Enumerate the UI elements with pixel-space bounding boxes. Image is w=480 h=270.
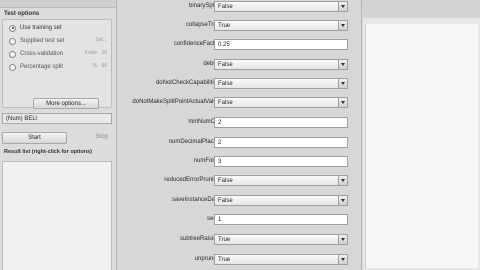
property-row-reduced-error-pruning: reducedErrorPruning False <box>117 174 363 188</box>
property-label: reducedErrorPruning <box>164 177 220 183</box>
reduced-error-pruning-combo[interactable]: False <box>214 175 348 186</box>
property-row-num-decimal-places: numDecimalPlaces 2 <box>117 136 363 150</box>
property-row-debug: debug False <box>117 58 363 72</box>
percent-label: % <box>92 63 97 69</box>
more-options-button[interactable]: More options... <box>33 98 99 109</box>
property-label: numDecimalPlaces <box>168 139 220 145</box>
num-decimal-places-field[interactable]: 2 <box>214 137 348 148</box>
confidence-factor-field[interactable]: 0.25 <box>214 39 348 50</box>
field-value: 0.25 <box>218 42 230 48</box>
percent-field[interactable]: 66 <box>97 63 107 70</box>
combo-value: False <box>218 198 233 204</box>
classifier-output-area[interactable] <box>365 24 478 268</box>
combo-value: False <box>218 62 233 68</box>
chevron-down-icon[interactable] <box>338 21 347 30</box>
combo-value: True <box>218 23 231 29</box>
unpruned-combo[interactable]: True <box>214 254 348 265</box>
chevron-down-icon[interactable] <box>338 176 347 185</box>
do-not-check-capabilities-combo[interactable]: False <box>214 78 348 89</box>
weka-classifier-window: Test options Use training set Supplied t… <box>0 0 480 270</box>
radio-percentage-split[interactable]: Percentage split <box>9 62 63 72</box>
radio-button[interactable] <box>9 63 16 71</box>
set-button[interactable]: Set... <box>91 37 107 44</box>
chevron-down-icon[interactable] <box>338 255 347 264</box>
folds-label: Folds <box>84 50 97 56</box>
property-label: saveInstanceData <box>171 197 220 203</box>
combo-value: False <box>218 4 233 10</box>
combo-value: False <box>218 178 233 184</box>
radio-button[interactable] <box>9 37 16 45</box>
right-panel <box>363 0 480 270</box>
field-value: 2 <box>218 140 222 146</box>
object-editor-dialog: binarySplits False collapseTree True con… <box>116 0 362 270</box>
property-row-confidence-factor: confidenceFactor 0.25 <box>117 38 363 52</box>
result-list-title: Result list (right-click for options) <box>4 149 93 155</box>
radio-label: Use training set <box>20 25 62 31</box>
chevron-down-icon[interactable] <box>338 98 347 107</box>
radio-cross-validation[interactable]: Cross-validation <box>9 49 63 59</box>
test-options-title: Test options <box>4 11 40 17</box>
num-folds-field[interactable]: 3 <box>214 156 348 167</box>
folds-field[interactable]: 10 <box>97 50 107 57</box>
chevron-down-icon[interactable] <box>338 79 347 88</box>
test-options-box: Use training set Supplied test set Set..… <box>2 19 112 109</box>
property-row-binary-splits: binarySplits False <box>117 0 363 14</box>
field-value: 3 <box>218 159 222 165</box>
debug-combo[interactable]: False <box>214 59 348 70</box>
field-value: 1 <box>218 217 222 223</box>
property-row-seed: seed 1 <box>117 213 363 227</box>
binary-splits-combo[interactable]: False <box>214 1 348 12</box>
start-button[interactable]: Start <box>2 132 67 144</box>
radio-label: Percentage split <box>20 64 64 70</box>
class-attribute-select[interactable]: (Num) BEL\ <box>2 113 112 124</box>
radio-button[interactable] <box>9 24 16 32</box>
property-row-num-folds: numFolds 3 <box>117 155 363 169</box>
chevron-down-icon[interactable] <box>338 235 347 244</box>
property-row-save-instance-data: saveInstanceData False <box>117 194 363 208</box>
min-num-obj-field[interactable]: 2 <box>214 117 348 128</box>
radio-button[interactable] <box>9 50 16 58</box>
property-label: doNotCheckCapabilities <box>155 80 220 86</box>
stop-button[interactable]: Stop <box>72 132 112 144</box>
combo-value: False <box>218 81 233 87</box>
property-row-unpruned: unpruned True <box>117 253 363 267</box>
property-row-collapse-tree: collapseTree True <box>117 19 363 33</box>
combo-value: True <box>218 257 231 263</box>
right-panel-header <box>363 0 480 18</box>
property-row-min-num-obj: minNumObj 2 <box>117 116 363 130</box>
radio-use-training-set[interactable]: Use training set <box>9 23 62 33</box>
left-panel: Test options Use training set Supplied t… <box>0 8 116 270</box>
property-row-do-not-check-capabilities: doNotCheckCapabilities False <box>117 77 363 91</box>
collapse-tree-combo[interactable]: True <box>214 20 348 31</box>
radio-label: Supplied test set <box>20 38 65 44</box>
radio-label: Cross-validation <box>20 51 64 57</box>
chevron-down-icon[interactable] <box>338 2 347 11</box>
seed-field[interactable]: 1 <box>214 214 348 225</box>
combo-value: False <box>218 100 233 106</box>
chevron-down-icon[interactable] <box>338 196 347 205</box>
combo-value: True <box>218 237 231 243</box>
result-list[interactable] <box>2 161 112 270</box>
property-row-do-not-make-split-point: doNotMakeSplitPointActualValue False <box>117 96 363 110</box>
property-row-subtree-raising: subtreeRaising True <box>117 233 363 247</box>
do-not-make-split-point-combo[interactable]: False <box>214 97 348 108</box>
property-label: doNotMakeSplitPointActualValue <box>132 99 220 105</box>
subtree-raising-combo[interactable]: True <box>214 234 348 245</box>
radio-supplied-test-set[interactable]: Supplied test set <box>9 36 64 46</box>
chevron-down-icon[interactable] <box>338 60 347 69</box>
save-instance-data-combo[interactable]: False <box>214 195 348 206</box>
field-value: 2 <box>218 120 222 126</box>
